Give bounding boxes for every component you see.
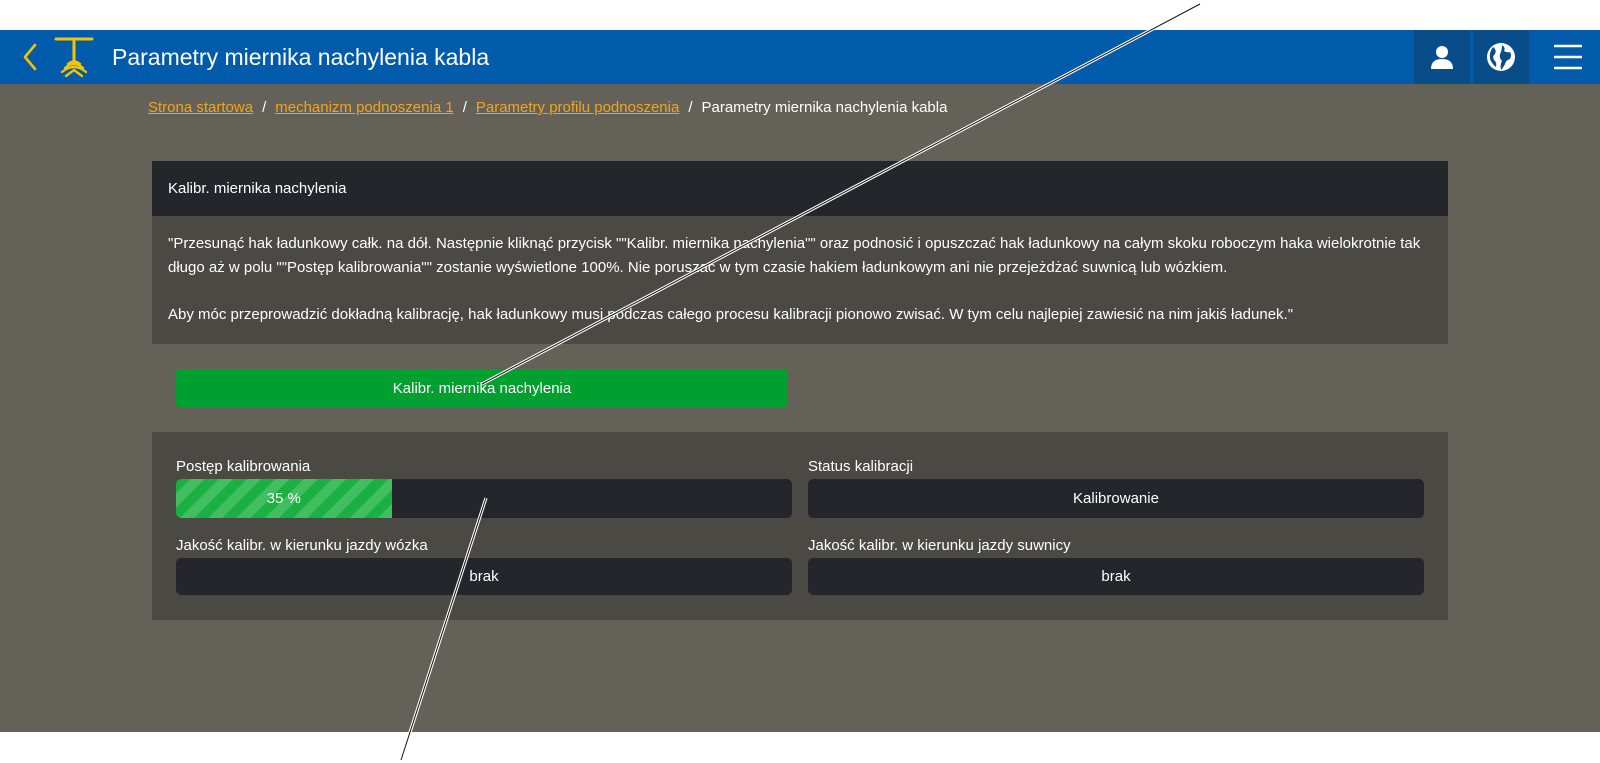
bottom-margin [0,732,1600,763]
info-card-title: Kalibr. miernika nachylenia [152,161,1448,216]
logo [52,35,96,79]
status-label: Status kalibracji [808,458,914,475]
progress-text: 35 % [266,490,301,507]
page-title: Parametry miernika nachylenia kabla [112,44,490,70]
breadcrumb-home-link[interactable]: Strona startowa [148,99,253,116]
trolley-quality-label: Jakość kalibr. w kierunku jazdy wózka [176,537,428,554]
calibration-status-panel: Postęp kalibrowania 35 % Status kalibrac… [152,432,1448,620]
globe-icon [1487,43,1515,71]
breadcrumb-separator: / [262,99,267,116]
breadcrumb-current: Parametry miernika nachylenia kabla [701,99,948,116]
breadcrumb-separator: / [462,99,467,116]
calibration-progress-bar: 35 % [176,479,792,518]
calibrate-button[interactable]: Kalibr. miernika nachylenia [176,369,788,407]
breadcrumb: Strona startowa / mechanizm podnoszenia 1 /… [148,98,947,118]
main-content: Strona startowa / mechanizm podnoszenia 1 /… [0,84,1600,732]
app-header: Parametry miernika nachylenia kabla [0,30,1600,84]
user-button[interactable] [1414,30,1470,84]
breadcrumb-hoist-profile-link[interactable]: Parametry profilu podnoszenia [476,99,679,116]
language-button[interactable] [1473,30,1529,84]
calibration-info-card: Kalibr. miernika nachylenia "Przesunąć h… [152,161,1448,344]
status-value: Kalibrowanie [808,479,1424,518]
instruction-note: Aby móc przeprowadzić dokładną kalibracj… [168,306,1294,323]
chevron-left-icon [23,43,37,71]
crane-hook-icon [54,37,94,78]
hamburger-menu-icon [1554,44,1582,70]
trolley-quality-value: brak [176,558,792,595]
crane-quality-value: brak [808,558,1424,595]
info-card-body: "Przesunąć hak ładunkowy całk. na dół. N… [152,216,1448,344]
breadcrumb-hoist-link[interactable]: mechanizm podnoszenia 1 [275,99,453,116]
progress-label: Postęp kalibrowania [176,458,311,475]
menu-button[interactable] [1548,40,1588,74]
user-icon [1431,46,1453,69]
instruction-text: "Przesunąć hak ładunkowy całk. na dół. N… [168,235,1421,276]
breadcrumb-separator: / [688,99,693,116]
crane-quality-label: Jakość kalibr. w kierunku jazdy suwnicy [808,537,1071,554]
back-button[interactable] [16,42,44,72]
